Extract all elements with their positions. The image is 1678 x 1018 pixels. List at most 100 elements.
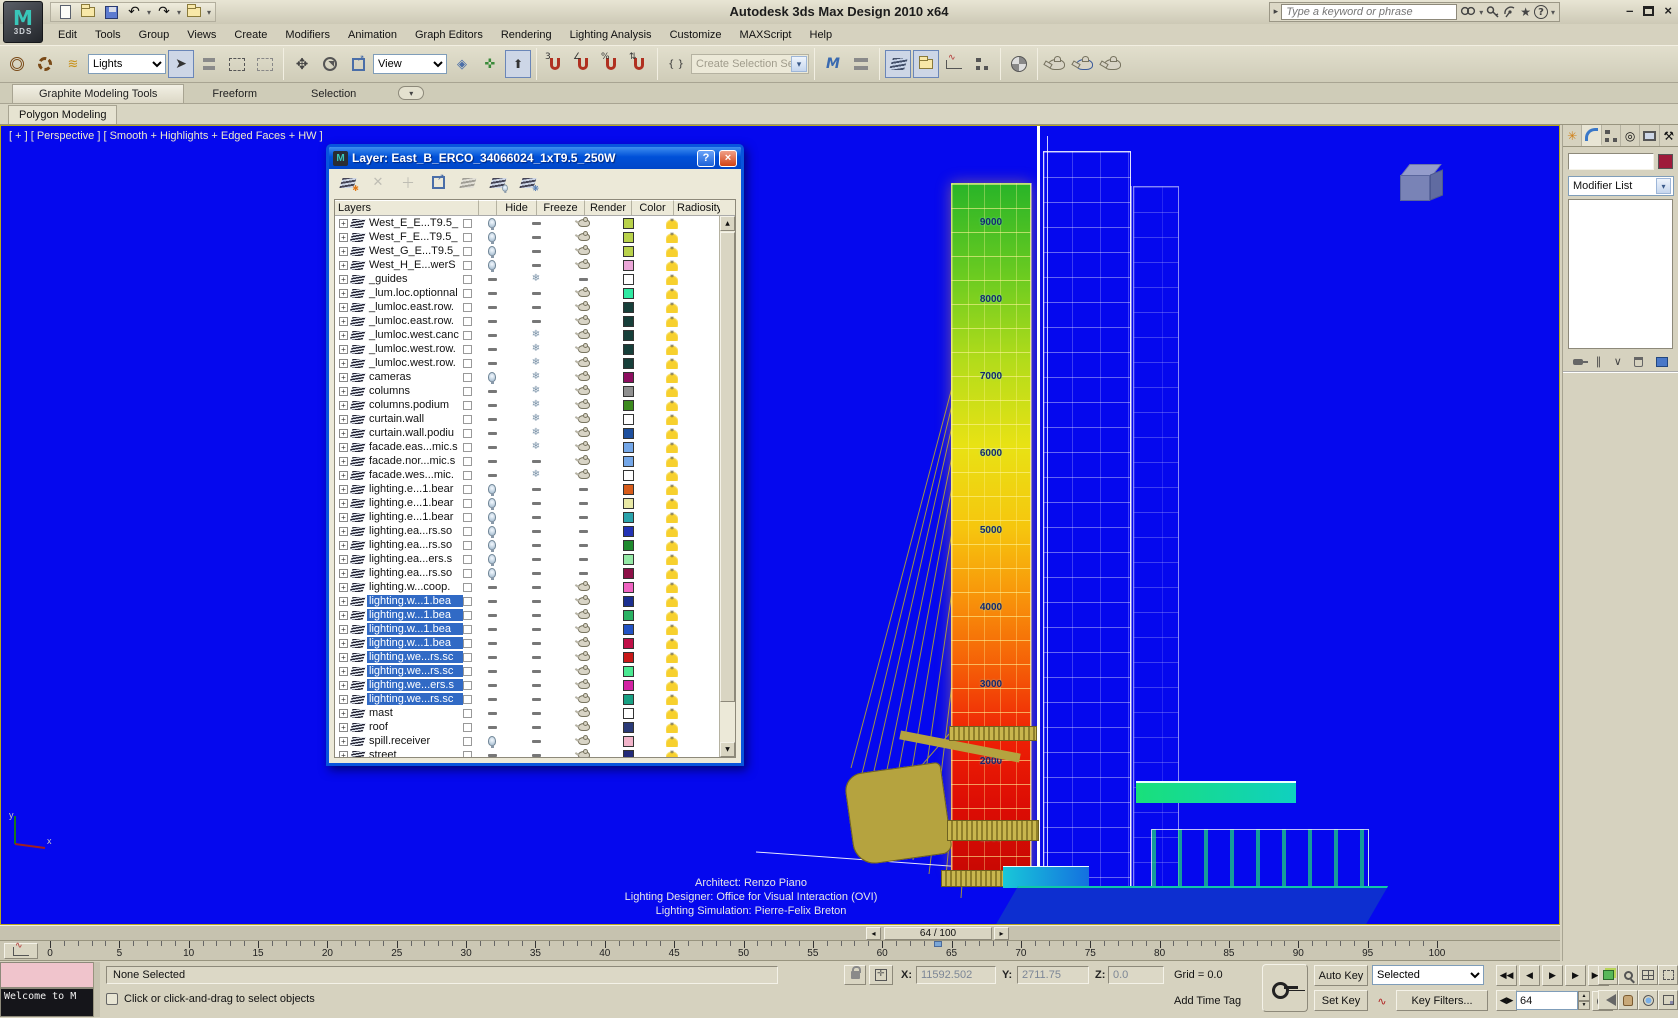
layer-stack-icon[interactable] [350, 457, 366, 466]
layer-stack-icon[interactable] [350, 359, 366, 368]
hide-toggle[interactable] [472, 540, 512, 550]
layer-color-cell[interactable] [607, 610, 649, 621]
layer-color-cell[interactable] [607, 260, 649, 271]
current-layer-checkbox[interactable] [463, 303, 472, 312]
expand-icon[interactable]: + [339, 401, 348, 410]
restore-button[interactable] [1643, 6, 1654, 16]
layer-color-cell[interactable] [607, 540, 649, 551]
layer-color-cell[interactable] [607, 652, 649, 663]
radiosity-cell[interactable]: * [649, 567, 695, 579]
zoom-extents-button[interactable] [1658, 965, 1678, 985]
current-layer-checkbox[interactable] [463, 569, 472, 578]
layer-stack-icon[interactable] [350, 695, 366, 704]
hide-toggle[interactable] [472, 498, 512, 508]
mirror-button[interactable]: M [820, 50, 846, 78]
freeze-toggle[interactable] [512, 751, 560, 757]
radiosity-cell[interactable]: * [649, 581, 695, 593]
layer-row[interactable]: +lighting.w...1.bea* [335, 622, 719, 636]
radiosity-cell[interactable]: * [649, 385, 695, 397]
render-toggle[interactable] [560, 526, 607, 536]
window-crossing-toggle[interactable] [252, 50, 278, 78]
layer-stack-icon[interactable] [350, 653, 366, 662]
layer-stack-icon[interactable] [350, 345, 366, 354]
expand-icon[interactable]: + [339, 597, 348, 606]
layer-stack-icon[interactable] [350, 261, 366, 270]
modifier-stack-list[interactable] [1568, 199, 1673, 349]
current-layer-checkbox[interactable] [463, 247, 472, 256]
render-toggle[interactable] [560, 568, 607, 578]
hide-toggle[interactable] [472, 554, 512, 564]
layer-color-cell[interactable] [607, 722, 649, 733]
render-toggle[interactable] [560, 653, 607, 661]
hide-toggle[interactable] [472, 289, 512, 297]
current-layer-checkbox[interactable] [463, 331, 472, 340]
layer-name[interactable]: _guides [367, 273, 463, 285]
radiosity-cell[interactable]: * [649, 301, 695, 313]
radiosity-cell[interactable]: * [649, 735, 695, 747]
expand-icon[interactable]: + [339, 555, 348, 564]
rectangular-selection-region-button[interactable] [224, 50, 250, 78]
layer-color-cell[interactable] [607, 526, 649, 537]
layer-row[interactable]: +lighting.w...1.bea* [335, 636, 719, 650]
hide-toggle[interactable] [472, 583, 512, 591]
layer-row[interactable]: +_lum.loc.optionnal* [335, 286, 719, 300]
next-frame-button[interactable]: ▶ [1565, 965, 1586, 986]
current-frame-marker[interactable] [934, 941, 942, 947]
tab-create[interactable]: ✳ [1563, 125, 1582, 146]
hide-toggle[interactable] [472, 568, 512, 578]
layer-row[interactable]: +columns.podium❄* [335, 398, 719, 412]
render-toggle[interactable] [560, 232, 607, 242]
layer-stack-icon[interactable] [350, 289, 366, 298]
hide-toggle[interactable] [472, 639, 512, 647]
hide-toggle[interactable] [472, 428, 512, 438]
layer-name[interactable]: West_G_E...T9.5_ [367, 245, 463, 257]
radiosity-cell[interactable]: * [649, 343, 695, 355]
search-icon[interactable] [1460, 5, 1476, 19]
orbit-button[interactable] [1638, 990, 1658, 1010]
hide-toggle[interactable] [472, 736, 512, 746]
layer-color-cell[interactable] [607, 680, 649, 691]
close-button[interactable]: × [1664, 3, 1672, 18]
freeze-toggle[interactable]: ❄ [512, 386, 560, 396]
layer-stack-icon[interactable] [350, 275, 366, 284]
freeze-toggle[interactable]: ❄ [512, 428, 560, 438]
hide-toggle[interactable] [472, 246, 512, 256]
curve-editor-button[interactable] [941, 50, 967, 78]
layer-name[interactable]: curtain.wall [367, 413, 463, 425]
snap-toggle-3d[interactable]: 3 [542, 50, 568, 78]
zoom-all-button[interactable] [1638, 965, 1658, 985]
key-mode-toggle-button[interactable]: ◀▶ [1496, 990, 1517, 1011]
layer-name[interactable]: lighting.ea...rs.so [367, 539, 463, 551]
set-key-mode-button[interactable] [1262, 964, 1308, 1012]
layer-stack-icon[interactable] [350, 317, 366, 326]
layer-color-cell[interactable] [607, 694, 649, 705]
radiosity-cell[interactable]: * [649, 287, 695, 299]
render-toggle[interactable] [560, 709, 607, 717]
layer-stack-icon[interactable] [350, 303, 366, 312]
expand-icon[interactable]: + [339, 709, 348, 718]
go-to-start-button[interactable]: ◀◀ [1496, 965, 1517, 986]
layer-stack-icon[interactable] [350, 387, 366, 396]
named-selection-sets-dropdown[interactable]: Create Selection Se ▾ [691, 54, 809, 74]
render-toggle[interactable] [560, 597, 607, 605]
expand-icon[interactable]: + [339, 695, 348, 704]
scrollbar-thumb[interactable] [720, 232, 735, 702]
radiosity-cell[interactable]: * [649, 483, 695, 495]
column-freeze[interactable]: Freeze [537, 200, 585, 215]
freeze-toggle[interactable] [512, 484, 560, 494]
radiosity-cell[interactable]: * [649, 637, 695, 649]
spin-down-icon[interactable]: ▼ [1578, 1001, 1590, 1011]
object-name-field[interactable] [1568, 153, 1654, 170]
pan-view-button[interactable] [1618, 990, 1638, 1010]
selection-lock-toggle[interactable] [844, 965, 866, 985]
layer-name[interactable]: spill.receiver [367, 735, 463, 747]
radiosity-cell[interactable]: * [649, 329, 695, 341]
time-slider-handle[interactable]: 64 / 100 [884, 927, 992, 940]
current-layer-checkbox[interactable] [463, 457, 472, 466]
layer-row[interactable]: +lighting.e...1.bear* [335, 496, 719, 510]
spinner-snap-toggle[interactable]: ⇅ [626, 50, 652, 78]
current-layer-checkbox[interactable] [463, 345, 472, 354]
layer-row[interactable]: +facade.nor...mic.s* [335, 454, 719, 468]
expand-icon[interactable]: + [339, 723, 348, 732]
layer-name[interactable]: lighting.ea...ers.s [367, 553, 463, 565]
